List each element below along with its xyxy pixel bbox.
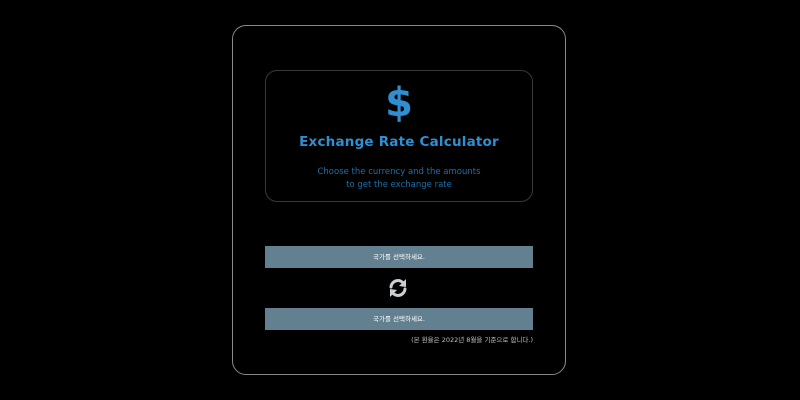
to-currency-select[interactable]: 국가를 선택하세요. <box>265 308 533 330</box>
header-card: $ Exchange Rate Calculator Choose the cu… <box>265 70 533 202</box>
from-currency-select[interactable]: 국가를 선택하세요. <box>265 246 533 268</box>
swap-icon[interactable] <box>387 277 409 299</box>
page-title: Exchange Rate Calculator <box>299 134 499 150</box>
dollar-icon: $ <box>385 80 413 126</box>
subtitle-line-1: Choose the currency and the amounts <box>317 167 481 177</box>
rate-footnote: (본 환율은 2022년 8월을 기준으로 합니다.) <box>411 336 533 344</box>
swap-icon-graphic <box>389 279 407 297</box>
subtitle-line-2: to get the exchange rate <box>346 180 452 190</box>
page-subtitle: Choose the currency and the amounts to g… <box>266 166 532 192</box>
